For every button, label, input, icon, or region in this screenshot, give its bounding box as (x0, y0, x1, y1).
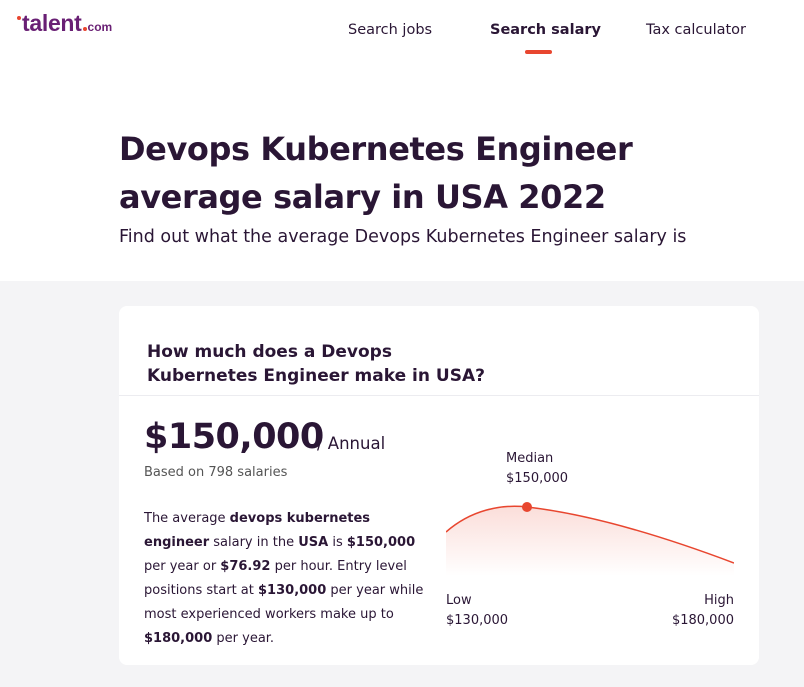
high-value: $180,000 (671, 613, 734, 628)
page-title: Devops Kubernetes Engineer average salar… (119, 130, 633, 216)
main-nav: Search jobs Search salary Tax calculator (0, 22, 804, 56)
salary-curve-fill (446, 506, 734, 576)
country-highlight: USA (298, 535, 329, 550)
high-label: High (704, 593, 734, 608)
yearly-salary-highlight: $150,000 (346, 535, 416, 550)
entry-salary-highlight: $130,000 (258, 583, 327, 598)
salary-count: Based on 798 salaries (144, 465, 288, 480)
salary-description: The average devops kubernetes engineer s… (144, 511, 424, 646)
low-label: Low (446, 593, 472, 608)
nav-tax-calculator[interactable]: Tax calculator (646, 22, 746, 38)
median-value: $150,000 (506, 471, 569, 486)
page-subtitle: Find out what the average Devops Kuberne… (119, 227, 687, 247)
nav-search-jobs[interactable]: Search jobs (348, 22, 432, 38)
top-salary-highlight: $180,000 (144, 631, 213, 646)
hero-section: Devops Kubernetes Engineer average salar… (0, 70, 804, 281)
salary-curve-svg (446, 502, 734, 576)
salary-distribution-chart: Median $150,000 Low $130,000 High $180,0… (446, 446, 734, 636)
salary-card: How much does a Devops Kubernetes Engine… (119, 306, 759, 665)
logo-dot (17, 16, 21, 20)
card-divider (119, 395, 759, 396)
hourly-salary-highlight: $76.92 (220, 559, 271, 574)
salary-period: / Annual (317, 434, 386, 453)
low-value: $130,000 (446, 613, 509, 628)
site-header: talent com Search jobs Search salary Tax… (0, 0, 804, 70)
average-salary-amount: $150,000 (144, 417, 324, 457)
median-label: Median (506, 451, 554, 466)
nav-search-salary[interactable]: Search salary (490, 22, 601, 38)
salary-question: How much does a Devops Kubernetes Engine… (147, 342, 485, 386)
active-nav-indicator (525, 50, 552, 54)
median-marker (522, 502, 532, 512)
